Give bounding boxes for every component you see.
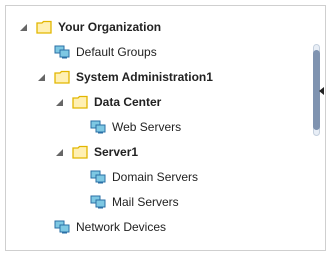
- tree-node-web-servers[interactable]: Web Servers: [72, 118, 181, 136]
- tree-node-domain-servers[interactable]: Domain Servers: [72, 168, 198, 186]
- computer-group-icon: [90, 195, 106, 209]
- folder-icon: [36, 20, 52, 34]
- tree-node-label: Domain Servers: [112, 170, 199, 184]
- expand-collapse-toggle-icon[interactable]: [18, 22, 28, 32]
- tree-node-data-center[interactable]: Data Center: [54, 93, 161, 111]
- tree-node-label: Network Devices: [76, 220, 167, 234]
- tree-node-mail-servers[interactable]: Mail Servers: [72, 193, 179, 211]
- tree-node-your-organization[interactable]: Your Organization: [18, 18, 161, 36]
- expand-collapse-toggle-icon[interactable]: [54, 147, 64, 157]
- tree-node-label: Default Groups: [76, 45, 157, 59]
- computer-group-icon: [54, 45, 70, 59]
- organization-tree: Your Organization Default Groups System …: [6, 6, 321, 252]
- folder-icon: [72, 95, 88, 109]
- folder-icon: [54, 70, 70, 84]
- tree-panel: Your Organization Default Groups System …: [5, 5, 326, 251]
- tree-node-label: Mail Servers: [112, 195, 179, 209]
- tree-node-label: Your Organization: [58, 20, 162, 34]
- tree-node-label: Server1: [94, 145, 139, 159]
- tree-node-default-groups[interactable]: Default Groups: [36, 43, 157, 61]
- folder-icon: [72, 145, 88, 159]
- tree-node-label: Data Center: [94, 95, 162, 109]
- tree-node-server1[interactable]: Server1: [54, 143, 138, 161]
- tree-node-system-administration1[interactable]: System Administration1: [36, 68, 213, 86]
- computer-group-icon: [90, 120, 106, 134]
- tree-node-label: Web Servers: [112, 120, 182, 134]
- tree-node-network-devices[interactable]: Network Devices: [36, 218, 166, 236]
- tree-node-label: System Administration1: [76, 70, 213, 84]
- expand-collapse-toggle-icon[interactable]: [54, 97, 64, 107]
- computer-group-icon: [90, 170, 106, 184]
- computer-group-icon: [54, 220, 70, 234]
- expand-collapse-toggle-icon[interactable]: [36, 72, 46, 82]
- collapse-panel-arrow-icon[interactable]: [319, 87, 324, 95]
